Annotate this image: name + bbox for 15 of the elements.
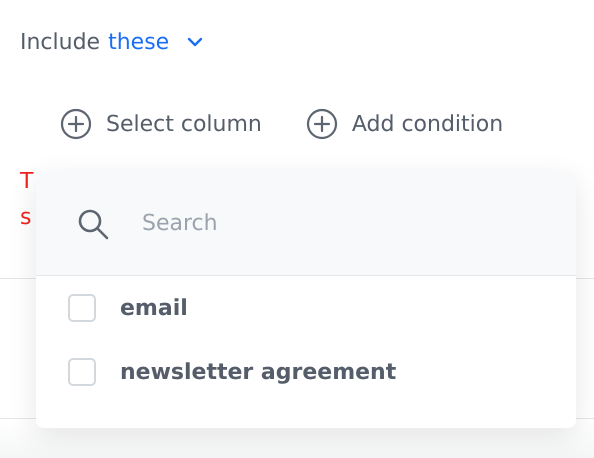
add-button[interactable]: Add condition <box>306 108 504 140</box>
chevron-down-icon <box>187 37 204 47</box>
plus-circle-icon <box>306 108 338 140</box>
checkbox[interactable] <box>68 358 96 386</box>
add-button[interactable]: Select column <box>60 108 262 140</box>
plus-circle-icon <box>60 108 92 140</box>
error-text: s <box>20 204 32 232</box>
option-label[interactable]: email <box>120 296 188 320</box>
search-field[interactable]: Search <box>140 210 444 237</box>
error-text: T <box>20 168 34 196</box>
checkbox[interactable] <box>68 294 96 322</box>
option-label[interactable]: newsletter agreement <box>120 360 396 384</box>
search-icon <box>76 206 110 240</box>
filter-label: Include <box>20 30 100 54</box>
mode-dropdown[interactable]: these <box>100 30 204 54</box>
